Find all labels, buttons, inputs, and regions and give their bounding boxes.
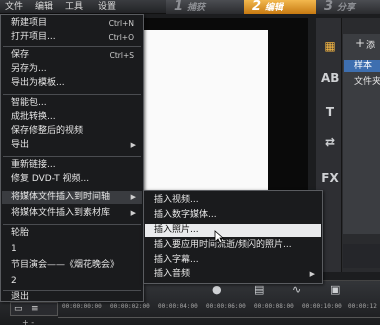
- menu-settings[interactable]: 设置: [95, 1, 119, 13]
- menu-item-label: 插入音频: [154, 269, 191, 279]
- menu-item-shortcut: Ctrl+S: [109, 51, 134, 60]
- menu-item-new-project[interactable]: 新建项目 Ctrl+N: [2, 17, 142, 30]
- step-label: 分享: [337, 3, 356, 13]
- step-number: 3: [324, 0, 334, 14]
- menu-item-exit[interactable]: 退出: [2, 291, 142, 304]
- library-bottom-bar: [343, 244, 380, 268]
- step-share[interactable]: 3 分享: [316, 0, 380, 14]
- audio-wave-icon[interactable]: ∿: [292, 283, 301, 297]
- instant-project-icon[interactable]: AB: [321, 70, 339, 86]
- ruler-tick: 00:00:04:00: [158, 303, 198, 310]
- submenu-item-insert-title[interactable]: 插入字幕...: [145, 254, 321, 267]
- zoom-controls[interactable]: + -: [22, 318, 34, 325]
- mouse-cursor-icon: [214, 230, 224, 244]
- ruler-tick: 00:00:08:00: [254, 303, 294, 310]
- menu-item-export[interactable]: 导出 ▶: [2, 139, 142, 152]
- menu-item-save-as[interactable]: 另存为...: [2, 63, 142, 76]
- menu-separator: [3, 156, 141, 157]
- menu-file[interactable]: 文件: [2, 1, 26, 13]
- menu-item-label: 保存: [11, 50, 30, 60]
- menu-item-open-project[interactable]: 打开项目... Ctrl+O: [2, 31, 142, 44]
- insert-submenu: 插入视频... 插入数字媒体... 插入照片... 插入要应用时间流逝/频闪的照…: [143, 190, 323, 284]
- recent-item-number[interactable]: 1: [2, 243, 142, 256]
- fx-icon[interactable]: FX: [321, 170, 339, 186]
- menu-item-shortcut: Ctrl+O: [108, 33, 134, 42]
- title-icon[interactable]: T: [321, 104, 339, 120]
- step-capture[interactable]: 1 捕获: [166, 0, 244, 14]
- menu-separator: [3, 46, 141, 47]
- recent-item-label[interactable]: 轮胎: [2, 227, 142, 240]
- submenu-arrow-icon: ▶: [130, 141, 136, 149]
- step-number: 1: [174, 0, 184, 14]
- transition-icon[interactable]: ⇄: [321, 134, 339, 150]
- ruler-tick: 00:00:10:00: [302, 303, 342, 310]
- submenu-item-insert-photo[interactable]: 插入照片...: [145, 224, 321, 237]
- ruler-tick: 00:00:00:00: [62, 303, 102, 310]
- menu-item-relink[interactable]: 重新链接...: [2, 159, 142, 172]
- record-icon[interactable]: ●: [212, 283, 222, 297]
- submenu-arrow-icon: ▶: [130, 209, 136, 217]
- menu-item-label: 将媒体文件插入到素材库: [11, 208, 111, 218]
- submenu-item-insert-video[interactable]: 插入视频...: [145, 194, 321, 207]
- menu-item-shortcut: Ctrl+N: [108, 19, 134, 28]
- ruler-tick: 00:00:06:00: [206, 303, 246, 310]
- step-edit[interactable]: 2 编辑: [244, 0, 316, 14]
- media-icon[interactable]: ▦: [321, 38, 339, 54]
- menu-item-save[interactable]: 保存 Ctrl+S: [2, 49, 142, 62]
- step-label: 捕获: [187, 3, 206, 13]
- menu-tools[interactable]: 工具: [62, 1, 86, 13]
- library-item-sample[interactable]: 样本: [344, 60, 380, 72]
- recent-item-number[interactable]: 2: [2, 275, 142, 288]
- step-label: 编辑: [265, 3, 284, 13]
- timeline-ruler[interactable]: 00:00:00:00 00:00:02:00 00:00:04:00 00:0…: [58, 303, 380, 317]
- add-icon[interactable]: +: [355, 36, 365, 50]
- add-label[interactable]: 添: [366, 40, 380, 52]
- menu-edit[interactable]: 编辑: [32, 1, 56, 13]
- step-number: 2: [252, 0, 262, 14]
- storyboard-icon[interactable]: ▭: [14, 303, 23, 315]
- submenu-arrow-icon: ▶: [309, 270, 315, 278]
- menu-item-export-template[interactable]: 导出为模板...: [2, 77, 142, 90]
- recent-item-fireworks[interactable]: 节目演会——《烟花晚会》: [2, 259, 142, 272]
- ruler-tick: 00:00:12: [348, 303, 377, 310]
- menu-item-repair-dvd[interactable]: 修复 DVD-T 视频...: [2, 173, 142, 186]
- file-menu: 新建项目 Ctrl+N 打开项目... Ctrl+O 保存 Ctrl+S 另存为...…: [0, 14, 144, 302]
- menu-item-insert-to-library[interactable]: 将媒体文件插入到素材库 ▶: [2, 207, 142, 220]
- mixer-icon[interactable]: ▤: [254, 283, 264, 297]
- ruler-tick: 00:00:02:00: [110, 303, 150, 310]
- menu-item-smart-package[interactable]: 智能包...: [2, 97, 142, 110]
- menu-separator: [3, 224, 141, 225]
- submenu-arrow-icon: ▶: [130, 193, 136, 201]
- track-icon[interactable]: ▣: [330, 283, 340, 297]
- menu-item-batch-convert[interactable]: 成批转换...: [2, 111, 142, 124]
- timeline-view-icon[interactable]: ≡: [31, 303, 39, 315]
- submenu-item-insert-timelapse-photo[interactable]: 插入要应用时间流逝/频闪的照片...: [145, 239, 321, 252]
- menu-item-label: 导出: [11, 140, 30, 150]
- timeline-view-toggle[interactable]: ▭ ≡: [10, 302, 58, 316]
- menu-item-label: 将媒体文件插入到时间轴: [11, 192, 111, 202]
- submenu-item-insert-audio[interactable]: 插入音频 ▶: [145, 268, 321, 281]
- menu-item-save-trimmed[interactable]: 保存修整后的视频: [2, 125, 142, 138]
- ruler-baseline: [58, 317, 380, 318]
- menu-item-label: 新建项目: [11, 18, 48, 28]
- submenu-item-insert-digital-media[interactable]: 插入数字媒体...: [145, 209, 321, 222]
- menu-separator: [3, 94, 141, 95]
- menu-item-insert-to-timeline[interactable]: 将媒体文件插入到时间轴 ▶: [2, 191, 142, 204]
- library-item-folder[interactable]: 文件夹: [354, 76, 380, 88]
- menu-item-label: 打开项目...: [11, 32, 56, 42]
